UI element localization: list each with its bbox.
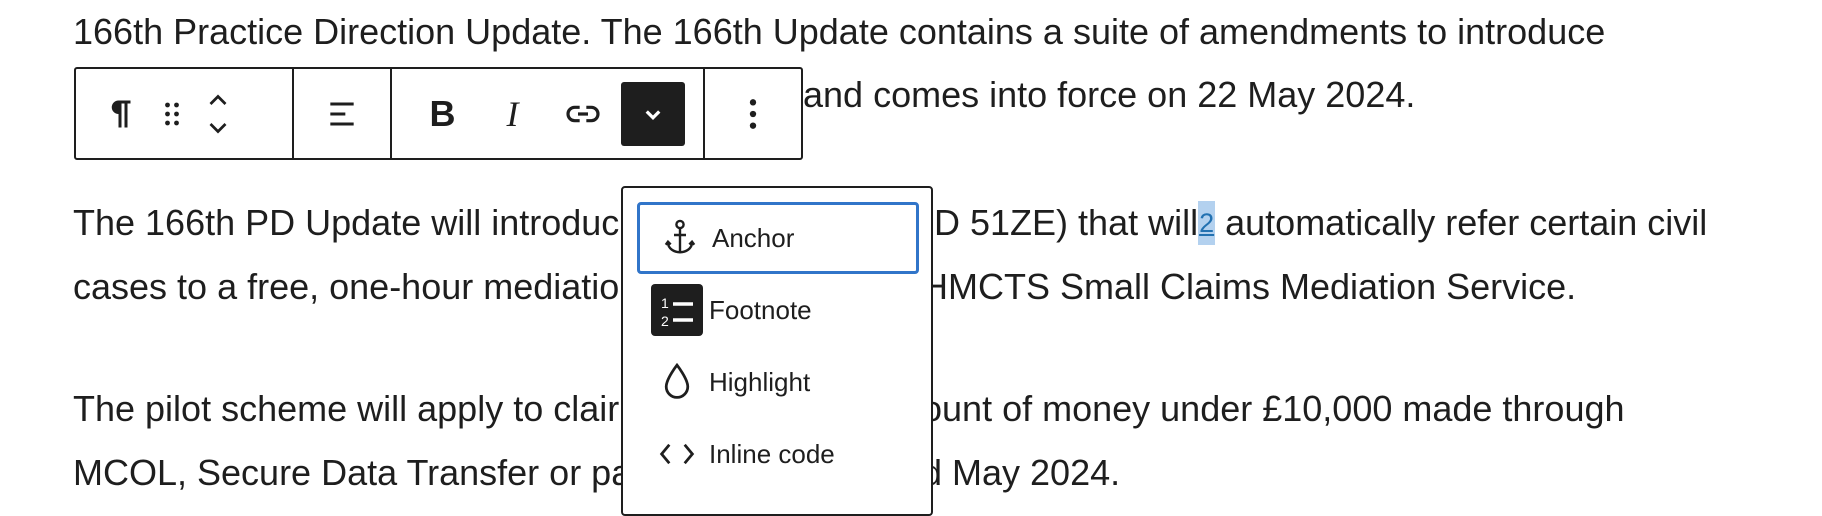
menu-item-label: Footnote xyxy=(709,294,812,325)
line-text: cases to a free, one-hour mediatio xyxy=(73,266,620,307)
align-group xyxy=(294,69,390,158)
align-left-icon[interactable] xyxy=(318,82,366,146)
svg-text:1: 1 xyxy=(661,295,669,311)
format-group: B I xyxy=(392,69,703,158)
line-text: d May 2024. xyxy=(922,452,1121,493)
bold-label: B xyxy=(429,92,456,134)
pilcrow-icon[interactable] xyxy=(96,82,144,146)
line-text: and comes into force on 22 May 2024. xyxy=(803,74,1416,115)
menu-item-label: Inline code xyxy=(709,438,835,469)
menu-item-highlight[interactable]: Highlight xyxy=(637,346,919,418)
paragraph-line-2[interactable]: and comes into force on 22 May 2024. xyxy=(803,73,1415,117)
bold-button[interactable]: B xyxy=(411,82,475,146)
line-text: MCOL, Secure Data Transfer or pa xyxy=(73,452,632,493)
menu-item-label: Anchor xyxy=(712,222,795,253)
line-text: ount of money under £10,000 made through xyxy=(922,388,1625,429)
anchor-icon xyxy=(652,210,708,266)
move-up-down-icon[interactable] xyxy=(200,82,236,146)
menu-item-inline-code[interactable]: Inline code xyxy=(637,418,919,490)
paragraph-line-6b[interactable]: d May 2024. xyxy=(922,451,1120,495)
block-toolbar: B I xyxy=(74,67,803,160)
block-controls-group xyxy=(76,69,292,158)
paragraph-line-3a[interactable]: The 166th PD Update will introduc xyxy=(73,201,619,245)
footnote-marker[interactable]: 2 xyxy=(1198,201,1216,245)
menu-item-anchor[interactable]: Anchor xyxy=(637,202,919,274)
menu-item-label: Highlight xyxy=(709,366,811,397)
paragraph-line-4b[interactable]: HMCTS Small Claims Mediation Service. xyxy=(922,265,1576,309)
menu-item-footnote[interactable]: 12 Footnote xyxy=(637,274,919,346)
more-formats-menu: Anchor 12 Footnote Highlight Inline code xyxy=(621,186,933,516)
paragraph-line-6a[interactable]: MCOL, Secure Data Transfer or pa xyxy=(73,451,631,495)
line-text: HMCTS Small Claims Mediation Service. xyxy=(922,266,1577,307)
line-text: 166th Practice Direction Update. The 166… xyxy=(73,11,1606,52)
italic-button[interactable]: I xyxy=(481,82,545,146)
drag-handle-icon[interactable] xyxy=(154,82,190,146)
options-group xyxy=(705,69,801,158)
line-text: The 166th PD Update will introduc xyxy=(73,202,620,243)
paragraph-line-4a[interactable]: cases to a free, one-hour mediatio xyxy=(73,265,619,309)
paragraph-line-5a[interactable]: The pilot scheme will apply to clair xyxy=(73,387,619,431)
drop-icon xyxy=(649,354,705,410)
line-text: PD 51ZE) that will xyxy=(910,202,1199,243)
line-text: automatically refer certain civil xyxy=(1215,202,1708,243)
paragraph-line-5b[interactable]: ount of money under £10,000 made through xyxy=(922,387,1625,431)
vertical-ellipsis-icon[interactable] xyxy=(729,82,777,146)
link-icon[interactable] xyxy=(551,82,615,146)
italic-label: I xyxy=(506,93,519,134)
paragraph-line-3b[interactable]: PD 51ZE) that will2 automatically refer … xyxy=(910,201,1707,245)
chevron-down-icon xyxy=(645,109,660,120)
footnote-icon: 12 xyxy=(649,282,705,338)
more-formats-button[interactable] xyxy=(620,81,685,146)
line-text: The pilot scheme will apply to clair xyxy=(73,388,620,429)
svg-text:2: 2 xyxy=(661,313,669,329)
paragraph-line-1[interactable]: 166th Practice Direction Update. The 166… xyxy=(73,10,1605,54)
code-icon xyxy=(649,426,705,482)
